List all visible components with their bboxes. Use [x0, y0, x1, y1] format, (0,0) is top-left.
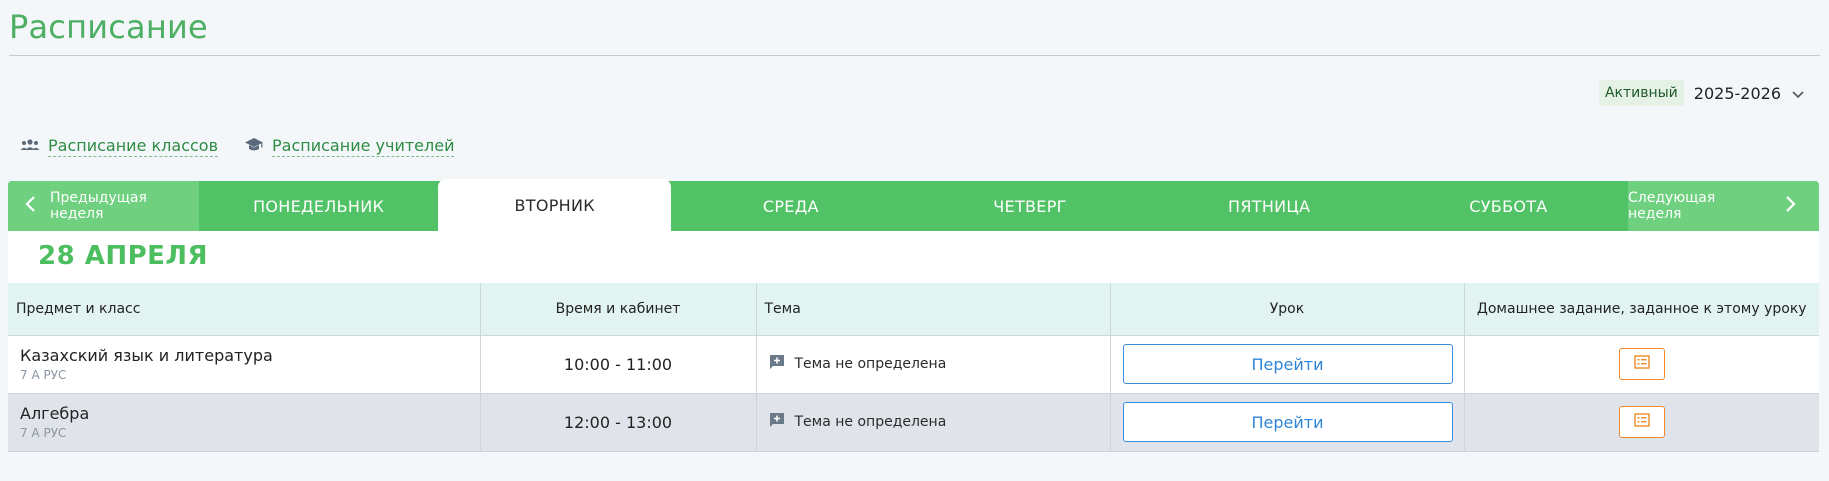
tab-thursday[interactable]: ЧЕТВЕРГ [910, 181, 1149, 231]
subject-cell: Казахский язык и литература 7 А РУС [8, 335, 481, 394]
chevron-left-icon [24, 195, 36, 217]
topic-cell: Тема не определена [756, 335, 1111, 394]
topic-text: Тема не определена [794, 414, 947, 430]
homework-button[interactable] [1618, 348, 1665, 380]
subject-cell: Алгебра 7 А РУС [8, 393, 481, 452]
topic-cell: Тема не определена [756, 393, 1111, 452]
page-title: Расписание [9, 8, 208, 46]
chevron-right-icon [1785, 195, 1797, 217]
go-to-lesson-button[interactable]: Перейти [1122, 344, 1453, 384]
next-week-button[interactable]: Следующая неделя [1628, 181, 1820, 231]
teacher-schedule-link[interactable]: Расписание учителей [244, 136, 455, 157]
class-name: 7 А РУС [20, 426, 67, 440]
add-topic-icon[interactable] [769, 354, 785, 374]
header-lesson: Урок [1110, 283, 1465, 336]
class-name: 7 А РУС [20, 368, 67, 382]
header-time: Время и кабинет [480, 283, 757, 336]
homework-cell [1464, 335, 1819, 394]
subject-name: Алгебра [20, 404, 90, 423]
date-panel: 28 АПРЕЛЯ [8, 231, 1819, 283]
lesson-time: 12:00 - 13:00 [563, 412, 673, 432]
teacher-schedule-label[interactable]: Расписание учителей [272, 136, 455, 157]
table-row: Алгебра 7 А РУС 12:00 - 13:00 Тема не оп… [8, 393, 1819, 452]
header-homework: Домашнее задание, заданное к этому уроку [1464, 283, 1819, 336]
year-selector[interactable]: Активный 2025-2026 [1598, 80, 1805, 106]
prev-week-label: Предыдущая неделя [50, 190, 147, 222]
header-topic: Тема [756, 283, 1111, 336]
class-schedule-label[interactable]: Расписание классов [48, 136, 219, 157]
year-value[interactable]: 2025-2026 [1694, 84, 1781, 103]
status-badge: Активный [1598, 80, 1684, 106]
table-header-row: Предмет и класс Время и кабинет Тема Уро… [8, 283, 1819, 336]
homework-button[interactable] [1618, 406, 1665, 438]
schedule-table: Предмет и класс Время и кабинет Тема Уро… [8, 283, 1819, 452]
go-to-lesson-button[interactable]: Перейти [1122, 402, 1453, 442]
tab-wednesday[interactable]: СРЕДА [671, 181, 910, 231]
time-cell: 12:00 - 13:00 [480, 393, 757, 452]
lesson-cell: Перейти [1110, 393, 1465, 452]
next-week-label: Следующая неделя [1628, 190, 1716, 222]
add-topic-icon[interactable] [769, 412, 785, 432]
homework-list-icon [1634, 413, 1650, 431]
class-schedule-link[interactable]: Расписание классов [20, 136, 219, 157]
title-divider [9, 55, 1820, 56]
schedule-links: Расписание классов Расписание учителей [20, 136, 455, 157]
date-heading: 28 АПРЕЛЯ [38, 241, 209, 271]
lesson-cell: Перейти [1110, 335, 1465, 394]
tab-monday[interactable]: ПОНЕДЕЛЬНИК [199, 181, 438, 231]
table-row: Казахский язык и литература 7 А РУС 10:0… [8, 335, 1819, 394]
week-tabbar: Предыдущая неделя ПОНЕДЕЛЬНИК ВТОРНИК СР… [8, 179, 1820, 231]
graduation-cap-icon [244, 137, 264, 157]
tab-saturday[interactable]: СУББОТА [1389, 181, 1628, 231]
users-icon [20, 137, 40, 156]
subject-name: Казахский язык и литература [20, 346, 273, 365]
prev-week-button[interactable]: Предыдущая неделя [8, 181, 199, 231]
homework-list-icon [1634, 355, 1650, 373]
lesson-time: 10:00 - 11:00 [563, 354, 673, 374]
chevron-down-icon[interactable] [1791, 86, 1805, 100]
tab-friday[interactable]: ПЯТНИЦА [1150, 181, 1389, 231]
header-subject: Предмет и класс [8, 283, 481, 336]
tab-tuesday[interactable]: ВТОРНИК [438, 179, 672, 231]
time-cell: 10:00 - 11:00 [480, 335, 757, 394]
topic-text: Тема не определена [794, 356, 947, 372]
homework-cell [1464, 393, 1819, 452]
